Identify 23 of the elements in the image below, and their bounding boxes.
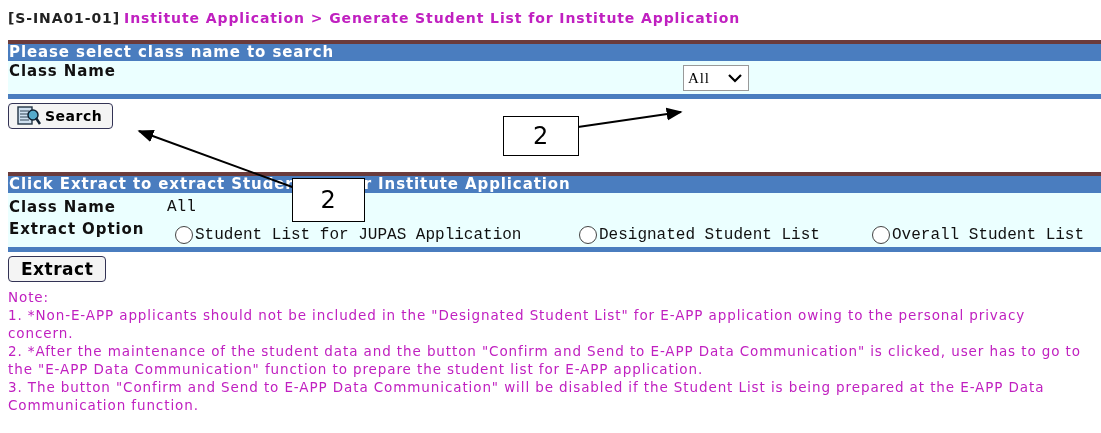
note-text: 1. *Non-E-APP applicants should not be included in the "Designated Student List" for E-APP application owing to the personal privacy concern. <box>8 306 1027 342</box>
breadcrumb-path: Institute Application > Generate Student List for Institute Application <box>124 10 741 26</box>
radio-button[interactable] <box>175 226 193 244</box>
callout-box: 2 <box>503 116 579 156</box>
option-label: Overall Student List <box>892 226 1085 244</box>
note-heading: Note: <box>8 288 50 306</box>
chevron-icon <box>728 73 742 83</box>
field-label: Class Name <box>9 62 116 80</box>
screen-code: [S-INA01-01] <box>8 10 121 26</box>
field-label: Class Name <box>9 198 117 216</box>
class-dropdown[interactable]: All <box>683 65 749 91</box>
note-text: 2. *After the maintenance of the student data and the button "Confirm and Send to E-APP Data Communication" is clicked, user has to go to the "E-APP Data Communication" function to prepare the student list for E-APP application. <box>8 342 1082 378</box>
section-header: Please select class name to search <box>8 40 1101 61</box>
extract-button[interactable]: Extract <box>8 256 107 282</box>
radio-button[interactable] <box>579 226 597 244</box>
radio-button[interactable] <box>872 226 890 244</box>
search-button[interactable]: Search <box>8 103 114 129</box>
option-label: Student List for JUPAS Application <box>195 226 522 244</box>
class-value: All <box>167 198 196 216</box>
note-text: 3. The button "Confirm and Send to E-APP Data Communication" will be disabled if the Student List is being prepared at the E-APP Data Communication function. <box>8 378 1046 414</box>
field-label: Extract Option <box>9 220 146 238</box>
search-icon <box>17 106 41 126</box>
option-label: Designated Student List <box>599 226 820 244</box>
